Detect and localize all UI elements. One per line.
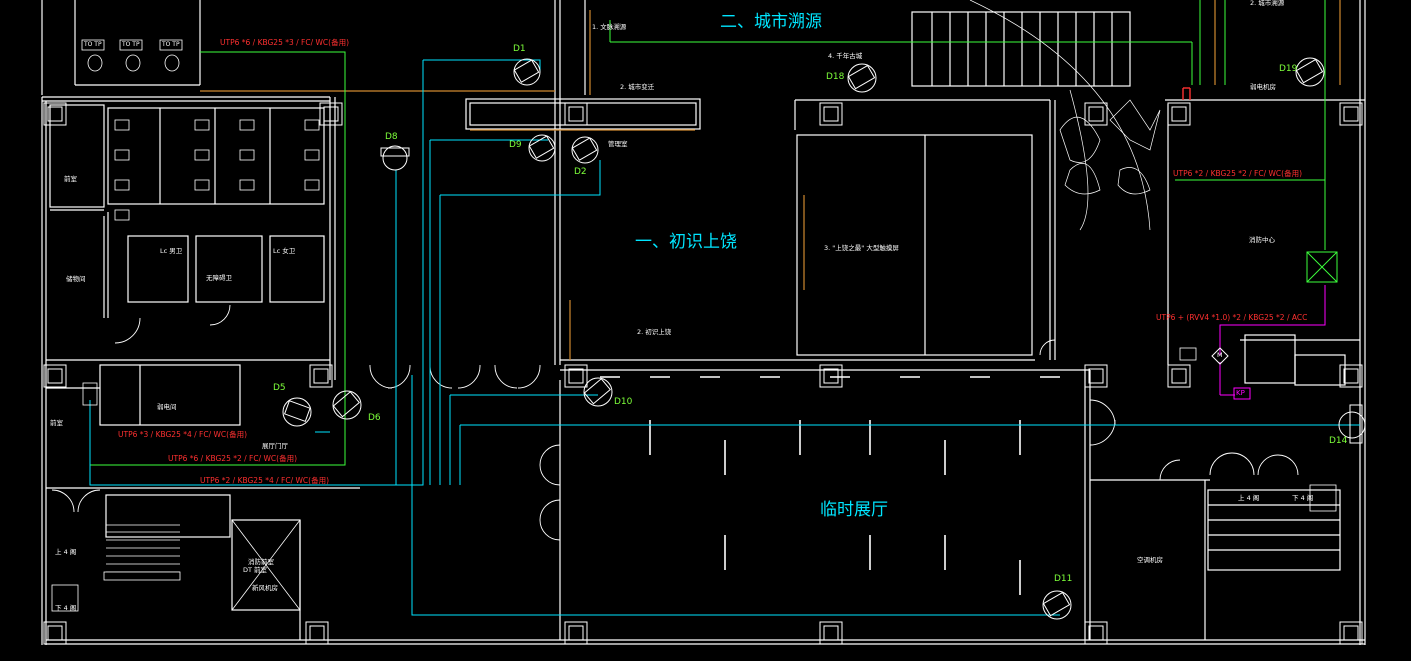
room-label: 3. "上饶之最" 大型触摸屏 (824, 244, 899, 252)
room-label: 2. 城市变迁 (620, 83, 655, 91)
device-label-d14: D14 (1329, 436, 1348, 446)
device-label-d18: D18 (826, 72, 845, 82)
room-label: 前室 (64, 175, 77, 183)
room-label: 空调机房 (1137, 556, 1163, 564)
cad-floor-plan (0, 0, 1411, 661)
room-label: Lc 男卫 (160, 247, 183, 255)
room-label: DT 前室 (243, 566, 268, 574)
cable-label-c3: UTP6 + (RVV4 *1.0) *2 / KBG25 *2 / ACC (1156, 313, 1308, 322)
cable-label-c2: UTP6 *2 / KBG25 *2 / FC/ WC(备用) (1173, 169, 1303, 178)
cable-label-c6: UTP6 *2 / KBG25 *4 / FC/ WC(备用) (200, 476, 330, 485)
room-label: 管理室 (608, 140, 628, 148)
room-label: 1. 文脉溯源 (592, 23, 627, 31)
device-label-kp: KP (1236, 389, 1245, 397)
device-label-d2: D2 (574, 167, 587, 177)
device-label-d10: D10 (614, 397, 633, 407)
cable-label-c1: UTP6 *6 / KBG25 *3 / FC/ WC(备用) (220, 38, 350, 47)
tp-outlet-label: TO TP (122, 41, 140, 48)
room-label: 无障碍卫 (206, 274, 232, 282)
room-label: 上 4 阁 (1238, 494, 1260, 502)
room-label: 前室 (50, 419, 63, 427)
room-label: 消防前室 (248, 558, 274, 566)
cable-label-c4: UTP6 *3 / KBG25 *4 / FC/ WC(备用) (118, 430, 248, 439)
room-label: Lc 女卫 (273, 247, 296, 255)
device-label-d11: D11 (1054, 574, 1073, 584)
room-label: 消防中心 (1249, 236, 1275, 244)
room-label: 下 4 阁 (55, 604, 77, 612)
device-label-d6: D6 (368, 413, 381, 423)
device-label-d1: D1 (513, 44, 526, 54)
device-label-d5: D5 (273, 383, 286, 393)
tp-outlet-label: TO TP (84, 41, 102, 48)
tp-outlet-label: TO TP (162, 41, 180, 48)
room-label: 2. 城市溯源 (1250, 0, 1285, 7)
zone-title-city-origin: 二、城市溯源 (720, 12, 822, 32)
room-label: 储物间 (66, 275, 86, 283)
device-label-m: M (1217, 351, 1223, 359)
room-label: 上 4 阁 (55, 548, 77, 556)
room-label: 2. 初识上饶 (637, 328, 672, 336)
cable-label-c5: UTP6 *6 / KBG25 *2 / FC/ WC(备用) (168, 454, 298, 463)
device-label-d8: D8 (385, 132, 398, 142)
zone-title-first-impression: 一、初识上饶 (635, 232, 737, 252)
zone-title-temporary-hall: 临时展厅 (820, 500, 888, 520)
room-label: 展厅门厅 (262, 442, 288, 450)
room-label: 4. 千年古城 (828, 52, 863, 60)
room-label: 弱电间 (157, 403, 177, 411)
device-label-d19: D19 (1279, 64, 1298, 74)
room-label: 下 4 阁 (1292, 494, 1314, 502)
room-label: 弱电机房 (1250, 83, 1276, 91)
room-label: 新风机房 (252, 584, 278, 592)
device-label-d9: D9 (509, 140, 522, 150)
